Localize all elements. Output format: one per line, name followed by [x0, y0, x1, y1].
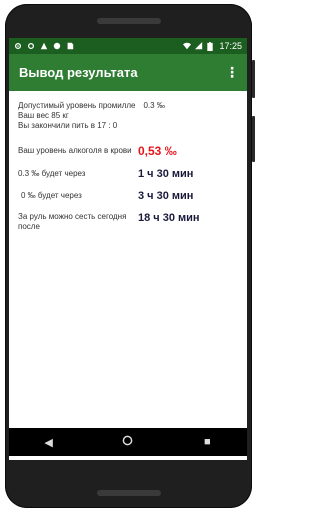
screen: 17:25 Вывод результата ⋮ Допустимый уров…: [9, 38, 247, 460]
sd-card-icon: [66, 42, 74, 50]
time-to-03-label: 0.3 ‰ будет через: [18, 169, 86, 178]
blood-alcohol-row: Ваш уровень алкоголя в крови 0,53 ‰: [18, 144, 238, 158]
recents-icon[interactable]: ■: [192, 436, 222, 448]
results-content: Допустимый уровень промилле 0.3 ‰ Ваш ве…: [9, 91, 247, 240]
finished-drinking-text: Вы закончили пить в 17 : 0: [18, 121, 118, 130]
drive-after-value: 18 ч 30 мин: [138, 212, 200, 224]
blood-alcohol-label: Ваш уровень алкоголя в крови: [18, 146, 132, 155]
settings-icon-2: [27, 42, 35, 50]
time-to-zero-value: 3 ч 30 мин: [138, 190, 194, 202]
app-bar: Вывод результата ⋮: [9, 54, 247, 91]
status-time: 17:25: [219, 41, 242, 51]
navigation-bar: ◀ ■: [9, 428, 247, 456]
speaker-grille-top: [96, 18, 161, 24]
time-to-zero-row: 0 ‰ будет через 3 ч 30 мин: [18, 190, 238, 202]
time-to-zero-label: 0 ‰ будет через: [21, 191, 82, 200]
drive-after-row: За руль можно сесть сегодня после 18 ч 3…: [18, 212, 238, 232]
cell-signal-icon: [195, 42, 203, 50]
settings-icon: [14, 42, 22, 50]
power-button: [252, 60, 255, 98]
wifi-icon: [183, 42, 192, 50]
weight-text: Ваш вес 85 кг: [18, 111, 69, 120]
volume-button: [252, 116, 255, 162]
back-icon[interactable]: ◀: [34, 436, 64, 449]
gesture-icon: [53, 42, 61, 50]
page-title: Вывод результата: [19, 65, 138, 80]
home-icon[interactable]: [113, 435, 143, 449]
status-bar: 17:25: [9, 38, 247, 54]
drive-after-label: За руль можно сесть сегодня после: [18, 212, 127, 231]
permille-label: Допустимый уровень промилле: [18, 101, 136, 110]
overflow-menu-icon[interactable]: ⋮: [225, 64, 239, 81]
blood-alcohol-value: 0,53 ‰: [138, 144, 177, 158]
input-summary: Допустимый уровень промилле 0.3 ‰ Ваш ве…: [18, 101, 238, 131]
permille-value: 0.3 ‰: [143, 101, 165, 110]
battery-icon: [207, 42, 215, 51]
signal-icon: [40, 42, 48, 50]
time-to-03-row: 0.3 ‰ будет через 1 ч 30 мин: [18, 168, 238, 180]
time-to-03-value: 1 ч 30 мин: [138, 168, 194, 180]
speaker-grille-bottom: [96, 490, 161, 496]
